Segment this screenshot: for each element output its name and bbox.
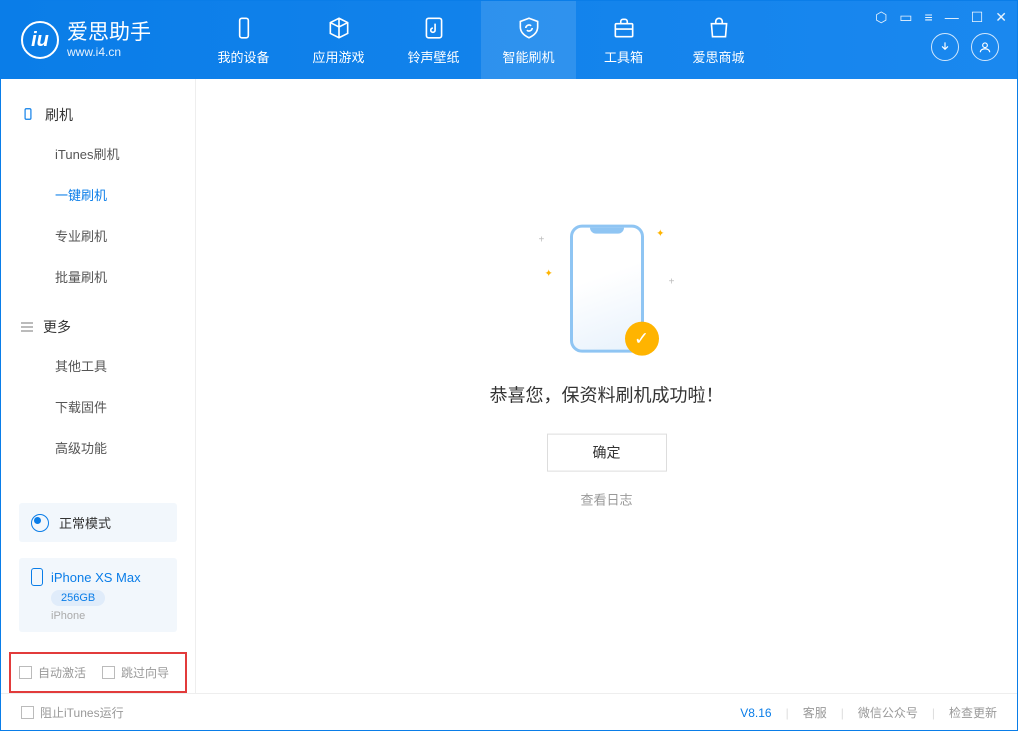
tab-label: 应用游戏 xyxy=(312,47,364,66)
doc-icon[interactable]: ▭ xyxy=(899,9,912,26)
mode-box[interactable]: 正常模式 xyxy=(19,503,177,542)
device-capacity-badge: 256GB xyxy=(51,590,105,606)
result-title: 恭喜您，保资料刷机成功啦！ xyxy=(490,382,724,408)
phone-icon xyxy=(21,107,35,124)
checkbox-label: 跳过向导 xyxy=(121,664,169,681)
checkbox-label: 阻止iTunes运行 xyxy=(40,704,124,721)
success-illustration: ✦ ✦ + + ✓ xyxy=(527,217,687,362)
view-log-link[interactable]: 查看日志 xyxy=(580,490,632,509)
cube-icon xyxy=(326,15,352,41)
sidebar-item-pro-flash[interactable]: 专业刷机 xyxy=(1,215,195,256)
minimize-button[interactable]: — xyxy=(945,9,959,26)
sidebar-section-flash: 刷机 xyxy=(1,97,195,133)
shopping-bag-icon xyxy=(706,15,732,41)
logo-area[interactable]: iu 爱思助手 www.i4.cn xyxy=(1,21,196,59)
sparkle-icon: ✦ xyxy=(545,269,553,280)
section-title: 刷机 xyxy=(45,105,73,125)
app-header: iu 爱思助手 www.i4.cn 我的设备 应用游戏 铃声壁纸 智能刷机 工具… xyxy=(1,1,1017,79)
sparkle-icon: ✦ xyxy=(656,229,664,240)
content-area: ✦ ✦ + + ✓ 恭喜您，保资料刷机成功啦！ 确定 查看日志 xyxy=(196,79,1017,693)
options-highlighted-box: 自动激活 跳过向导 xyxy=(9,652,187,693)
tab-toolbox[interactable]: 工具箱 xyxy=(576,1,671,79)
success-check-icon: ✓ xyxy=(625,322,659,356)
close-button[interactable]: ✕ xyxy=(995,9,1007,26)
tab-my-device[interactable]: 我的设备 xyxy=(196,1,291,79)
checkbox-icon xyxy=(102,666,115,679)
device-name: iPhone XS Max xyxy=(51,570,141,585)
checkbox-block-itunes[interactable]: 阻止iTunes运行 xyxy=(21,704,124,721)
app-name-cn: 爱思助手 xyxy=(67,21,151,44)
main-tabs: 我的设备 应用游戏 铃声壁纸 智能刷机 工具箱 爱思商城 xyxy=(196,1,766,79)
checkbox-skip-guide[interactable]: 跳过向导 xyxy=(102,664,169,681)
app-name-en: www.i4.cn xyxy=(67,45,151,59)
sidebar-item-itunes-flash[interactable]: iTunes刷机 xyxy=(1,133,195,174)
logo-icon: iu xyxy=(21,21,59,59)
check-update-link[interactable]: 检查更新 xyxy=(949,704,997,721)
tab-label: 铃声壁纸 xyxy=(407,47,459,66)
hamburger-icon xyxy=(21,322,33,332)
device-box[interactable]: iPhone XS Max 256GB iPhone xyxy=(19,558,177,632)
tab-label: 智能刷机 xyxy=(502,47,554,66)
logo-text: 爱思助手 www.i4.cn xyxy=(67,21,151,58)
sparkle-icon: + xyxy=(669,277,675,288)
sidebar-item-other-tools[interactable]: 其他工具 xyxy=(1,345,195,386)
footer: 阻止iTunes运行 V8.16 | 客服 | 微信公众号 | 检查更新 xyxy=(1,693,1017,731)
checkbox-auto-activate[interactable]: 自动激活 xyxy=(19,664,86,681)
main-area: 刷机 iTunes刷机 一键刷机 专业刷机 批量刷机 更多 其他工具 下载固件 … xyxy=(1,79,1017,693)
download-button[interactable] xyxy=(931,33,959,61)
shirt-icon[interactable]: ⬡ xyxy=(875,9,887,26)
tab-ringtone-wallpaper[interactable]: 铃声壁纸 xyxy=(386,1,481,79)
sidebar-item-download-firmware[interactable]: 下载固件 xyxy=(1,386,195,427)
sidebar: 刷机 iTunes刷机 一键刷机 专业刷机 批量刷机 更多 其他工具 下载固件 … xyxy=(1,79,196,693)
version-label: V8.16 xyxy=(740,706,771,720)
checkbox-label: 自动激活 xyxy=(38,664,86,681)
sidebar-item-advanced[interactable]: 高级功能 xyxy=(1,427,195,468)
checkbox-icon xyxy=(21,706,34,719)
tab-label: 工具箱 xyxy=(604,47,643,66)
section-title: 更多 xyxy=(43,317,71,337)
wechat-link[interactable]: 微信公众号 xyxy=(858,704,918,721)
mode-label: 正常模式 xyxy=(59,513,111,532)
sidebar-item-oneclick-flash[interactable]: 一键刷机 xyxy=(1,174,195,215)
tab-store[interactable]: 爱思商城 xyxy=(671,1,766,79)
tab-label: 爱思商城 xyxy=(692,47,744,66)
window-controls: ⬡ ▭ ≡ — ☐ ✕ xyxy=(875,9,1007,26)
device-type: iPhone xyxy=(51,610,85,622)
sidebar-item-batch-flash[interactable]: 批量刷机 xyxy=(1,256,195,297)
checkbox-icon xyxy=(19,666,32,679)
support-link[interactable]: 客服 xyxy=(803,704,827,721)
device-icon xyxy=(231,15,257,41)
menu-icon[interactable]: ≡ xyxy=(925,9,933,26)
header-right-controls xyxy=(931,33,999,61)
mode-icon xyxy=(31,514,49,532)
shield-refresh-icon xyxy=(516,15,542,41)
phone-small-icon xyxy=(31,568,43,586)
sparkle-icon: + xyxy=(539,235,545,246)
toolbox-icon xyxy=(611,15,637,41)
maximize-button[interactable]: ☐ xyxy=(971,9,984,26)
tab-label: 我的设备 xyxy=(217,47,269,66)
music-file-icon xyxy=(421,15,447,41)
sidebar-section-more: 更多 xyxy=(1,309,195,345)
tab-smart-flash[interactable]: 智能刷机 xyxy=(481,1,576,79)
tab-apps-games[interactable]: 应用游戏 xyxy=(291,1,386,79)
ok-button[interactable]: 确定 xyxy=(547,434,667,472)
user-button[interactable] xyxy=(971,33,999,61)
flash-result: ✦ ✦ + + ✓ 恭喜您，保资料刷机成功啦！ 确定 查看日志 xyxy=(490,217,724,509)
